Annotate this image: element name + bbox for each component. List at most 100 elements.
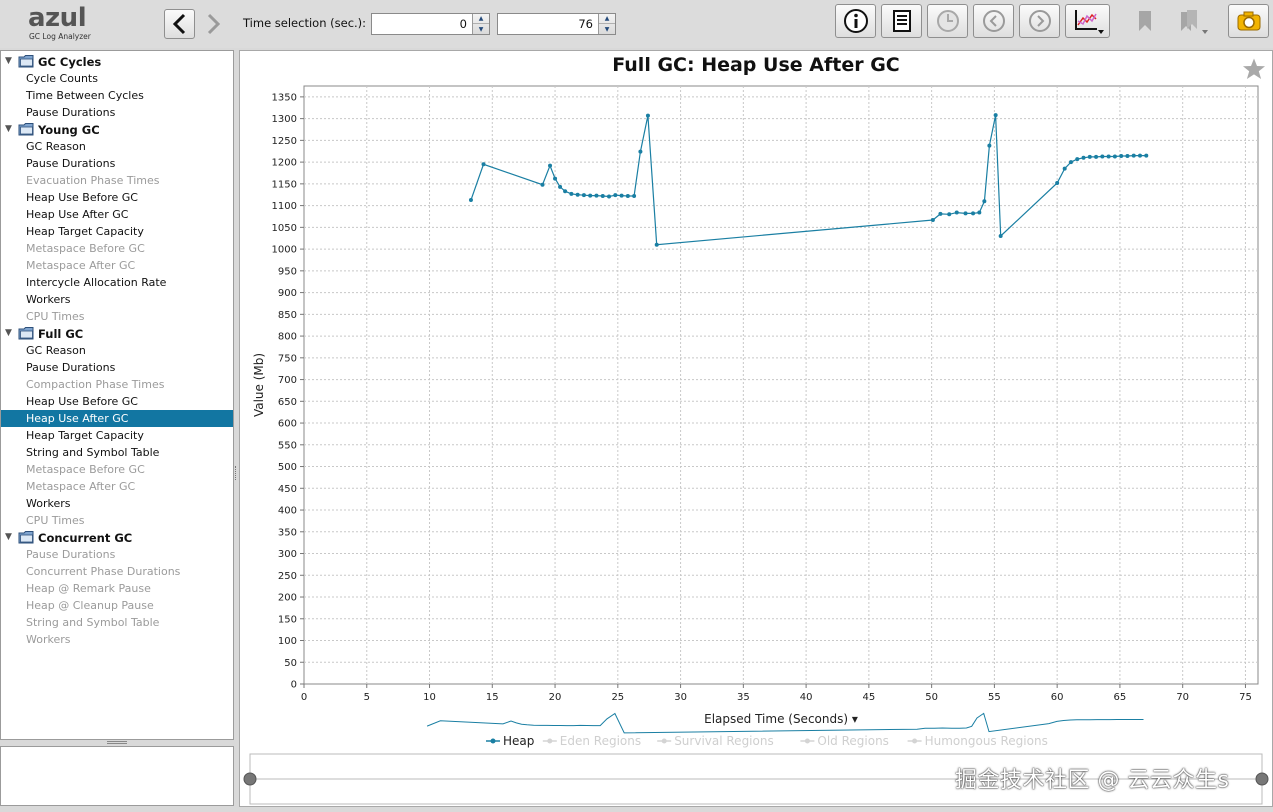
tree-item[interactable]: Heap Use Before GC (1, 393, 233, 410)
tree-item-label: Metaspace Before GC (26, 242, 145, 255)
tree-item-label: String and Symbol Table (26, 446, 160, 459)
data-point (553, 176, 558, 181)
screenshot-button[interactable] (1228, 4, 1269, 38)
tree-item[interactable]: Workers (1, 495, 233, 512)
tree-item[interactable]: Pause Durations (1, 155, 233, 172)
tree-item-label: Workers (26, 633, 71, 646)
tree-item-label: Pause Durations (26, 548, 116, 561)
tree-item[interactable]: Heap Target Capacity (1, 427, 233, 444)
info-button[interactable] (835, 4, 876, 38)
expand-toggle-icon[interactable]: ▼ (5, 124, 12, 134)
tree-item: Concurrent Phase Durations (1, 563, 233, 580)
y-tick-label: 900 (278, 288, 297, 299)
y-tick-label: 1050 (272, 223, 297, 234)
data-point (1087, 154, 1092, 159)
x-tick-label: 10 (423, 692, 436, 703)
tree-item[interactable]: Pause Durations (1, 359, 233, 376)
tree-item[interactable]: Pause Durations (1, 104, 233, 121)
screenshot-icon (1237, 11, 1260, 31)
time-from-spinner[interactable]: 0 ▲ ▼ (371, 13, 490, 35)
range-handle-end[interactable] (1255, 772, 1269, 786)
tree-item[interactable]: Heap Use After GC (1, 410, 233, 427)
expand-toggle-icon[interactable]: ▼ (5, 56, 12, 66)
legend-entry[interactable]: Heap (503, 734, 534, 748)
previous-button[interactable] (973, 4, 1014, 38)
expand-toggle-icon[interactable]: ▼ (5, 532, 12, 542)
range-handle-start[interactable] (243, 772, 257, 786)
tree-item[interactable]: Heap Target Capacity (1, 223, 233, 240)
y-tick-label: 350 (278, 527, 297, 538)
x-tick-label: 75 (1239, 692, 1252, 703)
previous-icon (982, 10, 1005, 32)
data-point (540, 182, 545, 187)
time-selection-label: Time selection (sec.): (243, 16, 367, 30)
time-to-spinner[interactable]: 76 ▲ ▼ (497, 13, 616, 35)
spin-up-icon[interactable]: ▲ (473, 14, 489, 24)
data-point (1055, 180, 1060, 185)
y-tick-label: 250 (278, 571, 297, 582)
tree-item[interactable]: Cycle Counts (1, 70, 233, 87)
tree-item[interactable]: GC Reason (1, 342, 233, 359)
chart-type-button[interactable] (1065, 4, 1110, 38)
tree-item: Heap @ Remark Pause (1, 580, 233, 597)
data-point (993, 113, 998, 118)
y-tick-label: 200 (278, 593, 297, 604)
chart-panel: Full GC: Heap Use After GC 0 50 100 150 200 25… (239, 50, 1273, 807)
data-point (600, 194, 605, 199)
bookmarks-menu-button[interactable] (1170, 4, 1214, 38)
y-tick-label: 50 (284, 658, 297, 669)
spin-down-icon[interactable]: ▼ (599, 24, 615, 34)
next-button[interactable] (1019, 4, 1060, 38)
y-axis-label: Value (Mb) (252, 353, 266, 417)
tree-group[interactable]: ▼ Young GC (1, 121, 233, 138)
tree-item-label: Workers (26, 293, 71, 306)
data-point (548, 163, 553, 168)
tree-item[interactable]: GC Reason (1, 138, 233, 155)
tree-item[interactable]: String and Symbol Table (1, 444, 233, 461)
log-button[interactable] (881, 4, 922, 38)
tree-group[interactable]: ▼ Concurrent GC (1, 529, 233, 546)
spin-up-icon[interactable]: ▲ (599, 14, 615, 24)
y-tick-label: 800 (278, 332, 297, 343)
legend-marker-dot (547, 738, 553, 744)
tree-item-label: Heap Target Capacity (26, 225, 144, 238)
tree-item[interactable]: Time Between Cycles (1, 87, 233, 104)
tree-item-label: CPU Times (26, 310, 85, 323)
details-panel (0, 746, 234, 806)
chart[interactable]: Full GC: Heap Use After GC05010015020025… (240, 51, 1272, 806)
x-tick-label: 5 (364, 692, 370, 703)
data-point (632, 194, 637, 199)
tree-item[interactable]: Intercycle Allocation Rate (1, 274, 233, 291)
tree-item: CPU Times (1, 308, 233, 325)
y-tick-label: 650 (278, 397, 297, 408)
tree-item-label: Heap Use After GC (26, 208, 129, 221)
spin-down-icon[interactable]: ▼ (473, 24, 489, 34)
legend-entry[interactable]: Survival Regions (674, 734, 774, 748)
x-tick-label: 65 (1114, 692, 1127, 703)
tree-item[interactable]: Workers (1, 291, 233, 308)
time-from-value[interactable]: 0 (460, 17, 467, 31)
tree-item-label: Evacuation Phase Times (26, 174, 160, 187)
legend-entry[interactable]: Old Regions (817, 734, 889, 748)
favorite-star-icon[interactable] (1242, 57, 1266, 81)
tree-group[interactable]: ▼ Full GC (1, 325, 233, 342)
y-tick-label: 1200 (272, 158, 297, 169)
y-tick-label: 150 (278, 614, 297, 625)
data-point (1125, 154, 1130, 159)
tree-item[interactable]: Heap Use Before GC (1, 189, 233, 206)
back-button[interactable] (164, 9, 195, 39)
time-to-value[interactable]: 76 (578, 17, 593, 31)
legend-marker-dot (490, 738, 496, 744)
data-point (1138, 153, 1143, 158)
legend-entry[interactable]: Eden Regions (560, 734, 641, 748)
expand-toggle-icon[interactable]: ▼ (5, 328, 12, 338)
y-tick-label: 500 (278, 462, 297, 473)
tree-item[interactable]: Heap Use After GC (1, 206, 233, 223)
x-tick-label: 20 (549, 692, 562, 703)
clock-button[interactable] (927, 4, 968, 38)
legend-entry[interactable]: Humongous Regions (925, 734, 1048, 748)
bookmark-button[interactable] (1124, 4, 1165, 38)
forward-button[interactable] (197, 9, 228, 39)
tree-group[interactable]: ▼ GC Cycles (1, 53, 233, 70)
tree-group-label: Concurrent GC (38, 531, 133, 545)
